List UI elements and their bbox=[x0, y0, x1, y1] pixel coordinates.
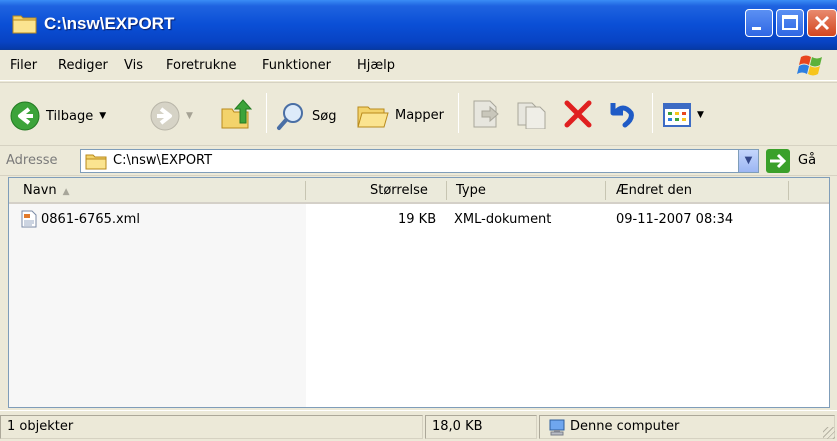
status-object-count: 1 objekter bbox=[0, 415, 423, 439]
column-separator[interactable] bbox=[605, 181, 606, 200]
status-size: 18,0 KB bbox=[425, 415, 537, 439]
search-button[interactable]: Søg bbox=[276, 101, 336, 131]
forward-arrow-icon bbox=[150, 101, 180, 131]
file-modified: 09-11-2007 08:34 bbox=[616, 212, 734, 227]
sort-ascending-icon: ▲ bbox=[62, 187, 70, 197]
move-to-icon[interactable] bbox=[470, 99, 502, 129]
xml-file-icon bbox=[21, 210, 37, 228]
go-button[interactable] bbox=[766, 149, 790, 173]
toolbar-separator bbox=[266, 93, 267, 133]
folders-button[interactable]: Mapper bbox=[357, 101, 444, 129]
status-bar: 1 objekter 18,0 KB Denne computer bbox=[0, 410, 837, 441]
menu-rediger[interactable]: Rediger bbox=[58, 58, 108, 73]
computer-icon bbox=[549, 419, 565, 436]
file-type: XML-dokument bbox=[454, 212, 552, 227]
address-bar: Adresse C:\nsw\EXPORT ▼ Gå bbox=[0, 146, 837, 176]
address-path: C:\nsw\EXPORT bbox=[113, 153, 213, 168]
views-button[interactable]: ▼ bbox=[663, 103, 704, 127]
folder-icon bbox=[85, 154, 107, 170]
forward-dropdown-icon[interactable]: ▼ bbox=[186, 111, 193, 121]
file-list[interactable]: Navn ▲ Størrelse Type Ændret den 0861-676… bbox=[8, 177, 830, 408]
toolbar: Tilbage ▼ ▼ Søg Mapper ▼ bbox=[0, 82, 837, 146]
minimize-button[interactable] bbox=[745, 9, 773, 37]
status-size-text: 18,0 KB bbox=[432, 419, 483, 434]
toolbar-separator bbox=[652, 93, 653, 133]
file-name: 0861-6765.xml bbox=[41, 212, 140, 227]
menu-funktioner[interactable]: Funktioner bbox=[262, 58, 331, 73]
status-objects-text: 1 objekter bbox=[7, 419, 74, 434]
views-dropdown-icon[interactable]: ▼ bbox=[697, 110, 704, 120]
menu-vis[interactable]: Vis bbox=[124, 58, 143, 73]
table-row[interactable]: 0861-6765.xml 19 KB XML-dokument 09-11-2… bbox=[9, 210, 829, 230]
search-label: Søg bbox=[312, 108, 337, 124]
maximize-icon bbox=[782, 15, 798, 30]
maximize-button[interactable] bbox=[776, 9, 804, 37]
menu-bar: Filer Rediger Vis Foretrukne Funktioner … bbox=[0, 51, 837, 81]
folder-icon bbox=[12, 15, 37, 34]
column-header-type[interactable]: Type bbox=[456, 183, 486, 198]
address-label: Adresse bbox=[6, 153, 58, 168]
minimize-icon bbox=[752, 27, 761, 30]
column-headers: Navn ▲ Størrelse Type Ændret den bbox=[9, 178, 829, 204]
close-button[interactable] bbox=[807, 9, 837, 37]
back-arrow-icon bbox=[10, 101, 40, 131]
column-separator[interactable] bbox=[446, 181, 447, 200]
delete-icon[interactable] bbox=[563, 99, 593, 129]
windows-logo-icon bbox=[797, 55, 822, 76]
menu-foretrukne[interactable]: Foretrukne bbox=[166, 58, 236, 73]
column-separator[interactable] bbox=[305, 181, 306, 200]
search-icon bbox=[277, 103, 303, 130]
file-size: 19 KB bbox=[398, 212, 437, 227]
status-location: Denne computer bbox=[539, 415, 835, 439]
views-icon bbox=[663, 103, 691, 127]
folders-label: Mapper bbox=[395, 107, 445, 123]
status-location-text: Denne computer bbox=[570, 419, 680, 434]
resize-grip-icon[interactable] bbox=[823, 427, 835, 439]
menu-hjaelp[interactable]: Hjælp bbox=[357, 58, 395, 73]
column-separator[interactable] bbox=[788, 181, 789, 200]
name-column-shade bbox=[9, 204, 306, 407]
column-header-size[interactable]: Størrelse bbox=[370, 183, 428, 198]
window-title: C:\nsw\EXPORT bbox=[44, 14, 175, 33]
copy-to-icon[interactable] bbox=[516, 99, 548, 129]
title-bar[interactable]: C:\nsw\EXPORT bbox=[0, 0, 837, 50]
address-dropdown-icon[interactable]: ▼ bbox=[738, 150, 758, 172]
folders-icon bbox=[357, 106, 389, 128]
up-folder-icon[interactable] bbox=[220, 97, 254, 131]
close-icon bbox=[814, 15, 830, 31]
toolbar-separator bbox=[458, 93, 459, 133]
go-label[interactable]: Gå bbox=[798, 153, 816, 168]
go-arrow-icon bbox=[770, 153, 787, 169]
column-header-name[interactable]: Navn ▲ bbox=[23, 183, 70, 198]
forward-button[interactable]: ▼ bbox=[150, 101, 193, 131]
back-dropdown-icon[interactable]: ▼ bbox=[99, 111, 106, 121]
column-header-modified[interactable]: Ændret den bbox=[616, 183, 692, 198]
column-name-label: Navn bbox=[23, 183, 57, 198]
undo-icon[interactable] bbox=[607, 99, 637, 129]
menu-filer[interactable]: Filer bbox=[10, 58, 37, 73]
back-label: Tilbage bbox=[46, 108, 94, 124]
back-button[interactable]: Tilbage ▼ bbox=[10, 101, 106, 131]
address-input[interactable]: C:\nsw\EXPORT ▼ bbox=[80, 149, 759, 173]
